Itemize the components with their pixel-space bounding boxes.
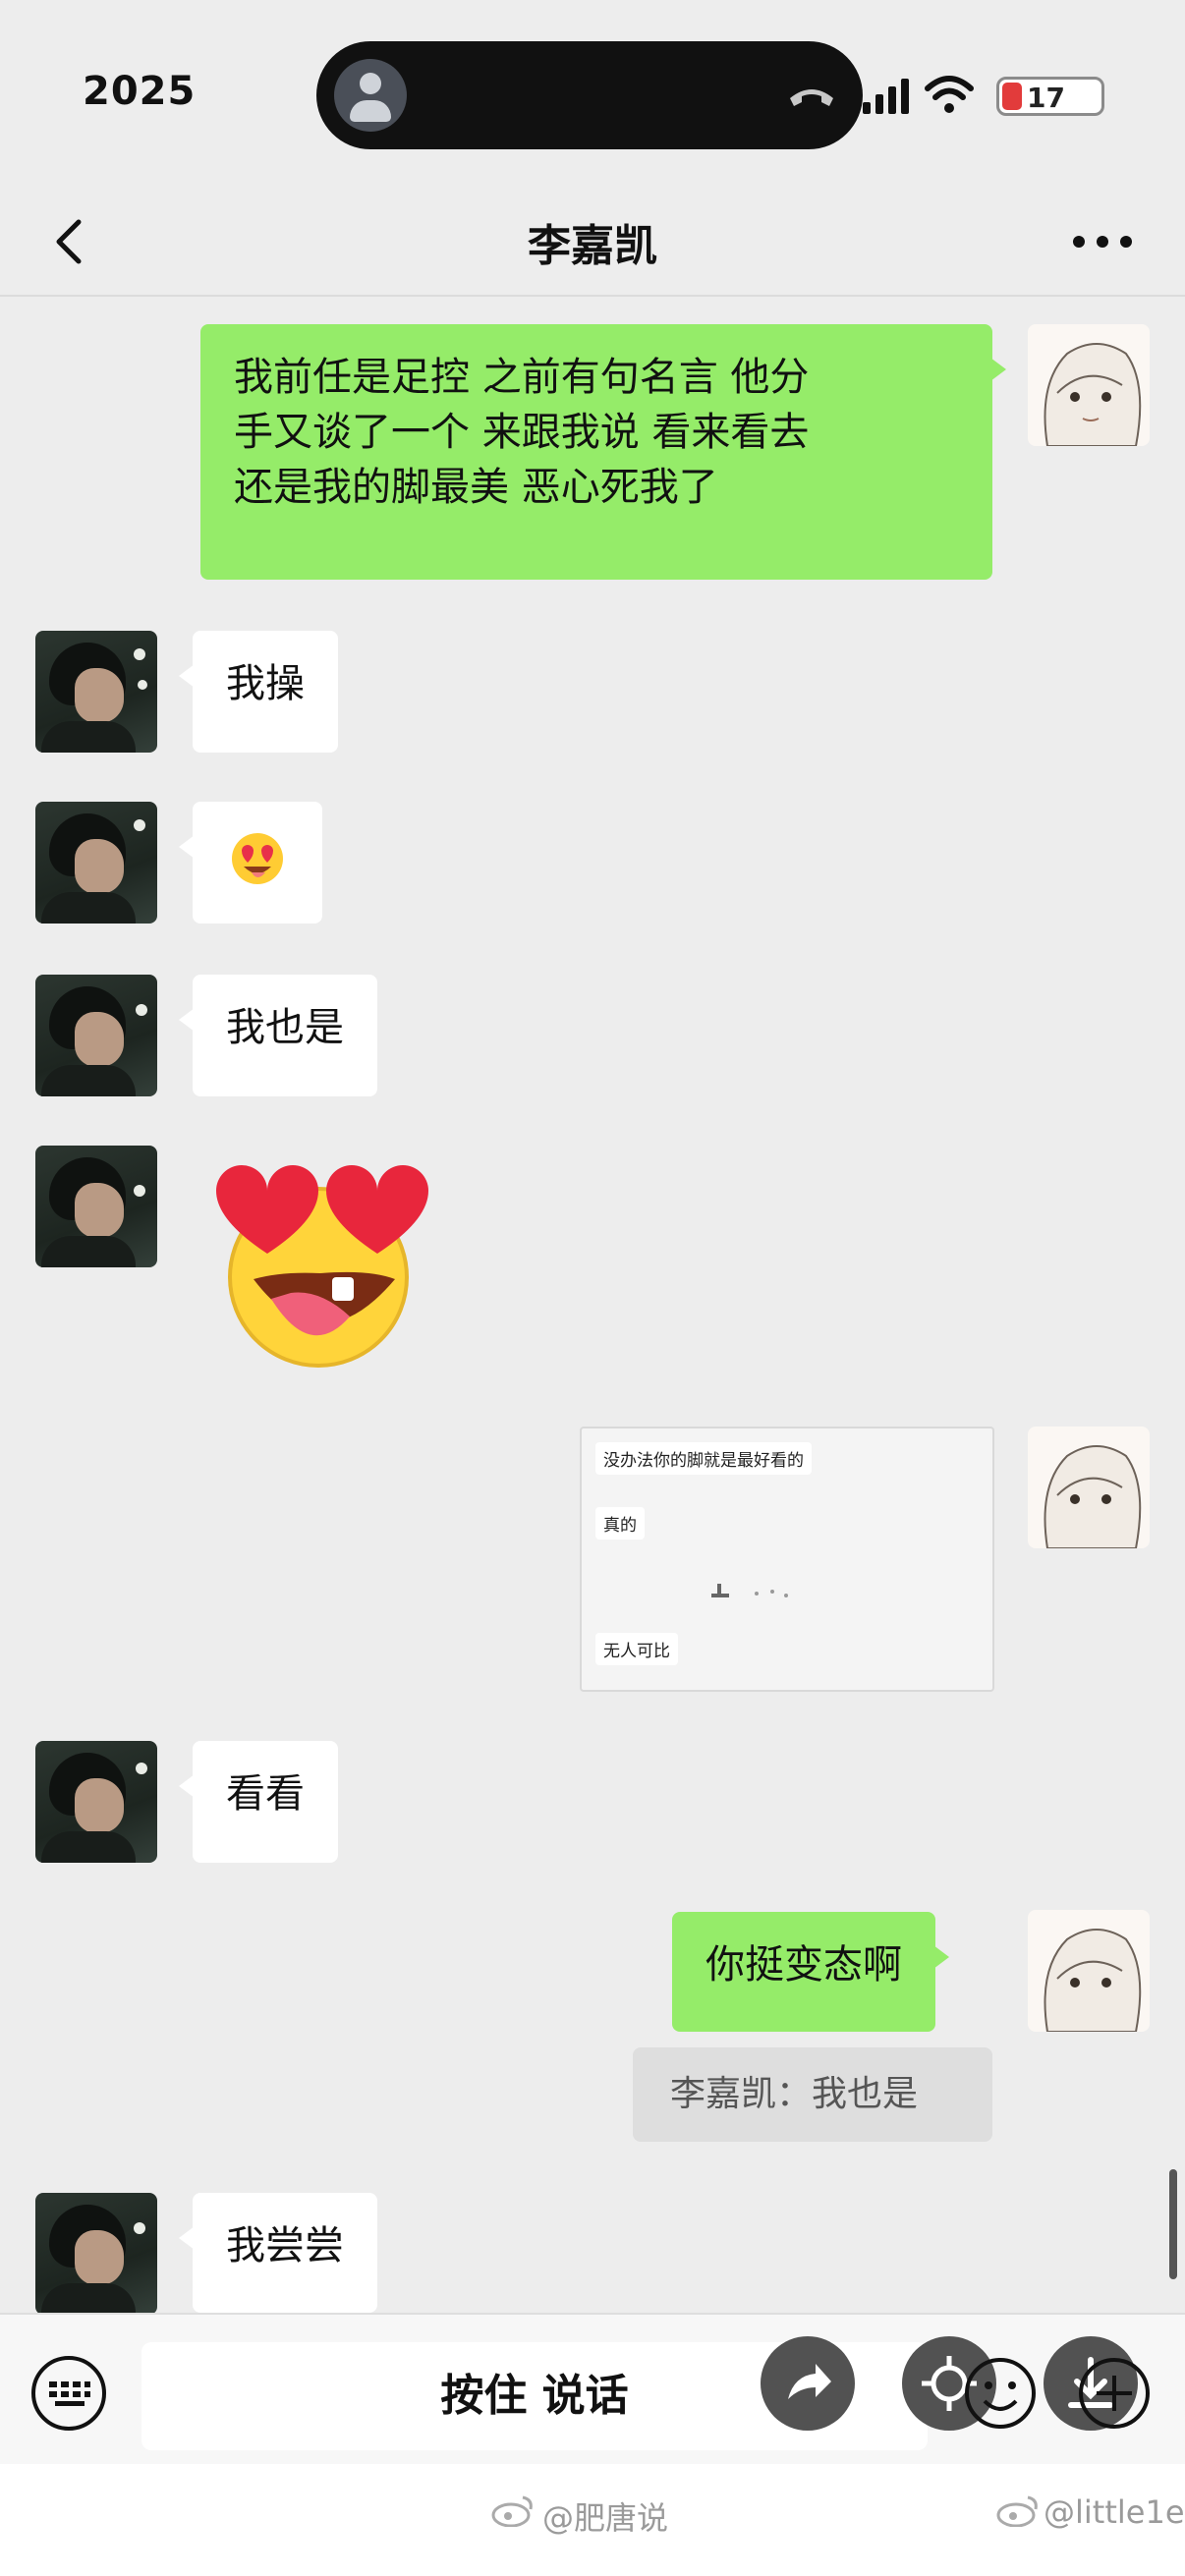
message-line: 还是我的脚最美 恶心死我了: [234, 465, 718, 510]
status-time: 2025: [83, 69, 197, 114]
contact-avatar[interactable]: [35, 802, 157, 924]
chat-header: 李嘉凯: [0, 187, 1185, 297]
battery-level: 17: [1027, 82, 1065, 114]
plus-icon[interactable]: [1075, 2354, 1154, 2433]
my-avatar[interactable]: [1028, 1427, 1150, 1548]
caller-avatar-icon: [334, 59, 407, 132]
contact-avatar[interactable]: [35, 631, 157, 753]
signal-icon: [863, 77, 912, 114]
status-bar: 2025 17: [0, 0, 1185, 187]
more-options-icon[interactable]: [1073, 236, 1132, 250]
message-text: 看看: [226, 1771, 305, 1817]
message-text: 我也是: [226, 1005, 344, 1050]
battery-icon: 17: [996, 77, 1104, 116]
emoji-icon[interactable]: [961, 2354, 1040, 2433]
wifi-icon: [925, 76, 974, 113]
chat-title: 李嘉凯: [528, 221, 657, 271]
message-text: 你挺变态啊: [705, 1942, 902, 1988]
screenshot-text: 无人可比: [595, 1633, 678, 1665]
message-bubble-received[interactable]: 看看: [179, 1741, 338, 1863]
heart-eyes-emoji-icon: [232, 833, 283, 884]
contact-avatar[interactable]: [35, 2193, 157, 2315]
input-bar: 按住 说话: [0, 2313, 1185, 2464]
quoted-message[interactable]: 李嘉凯：我也是: [633, 2047, 992, 2142]
contact-avatar[interactable]: [35, 1741, 157, 1863]
watermark-right: @little1e: [1044, 2493, 1185, 2531]
heart-eyes-sticker-icon[interactable]: [202, 1151, 448, 1368]
message-bubble-sent[interactable]: 你挺变态啊: [672, 1912, 949, 2032]
message-bubble-sent[interactable]: 我前任是足控 之前有句名言 他分 手又谈了一个 来跟我说 看来看去 还是我的脚最…: [200, 324, 1006, 580]
keyboard-icon[interactable]: [29, 2354, 108, 2433]
phone-hangup-icon: [790, 89, 833, 106]
image-message[interactable]: 没办法你的脚就是最好看的 真的 无人可比: [580, 1427, 994, 1692]
scrollbar[interactable]: [1169, 2169, 1177, 2279]
message-text: 我尝尝: [226, 2223, 344, 2268]
contact-avatar[interactable]: [35, 975, 157, 1096]
screenshot-text: 没办法你的脚就是最好看的: [595, 1442, 812, 1475]
screenshot-text: 真的: [595, 1507, 645, 1540]
message-text: 我操: [226, 661, 305, 706]
contact-avatar[interactable]: [35, 1146, 157, 1267]
quote-text: 李嘉凯：我也是: [670, 2074, 919, 2114]
message-bubble-received[interactable]: 我操: [179, 631, 338, 753]
weibo-logo-icon: [996, 2495, 1038, 2527]
dynamic-island-call[interactable]: [316, 41, 863, 149]
share-icon[interactable]: [761, 2336, 855, 2431]
message-line: 手又谈了一个 来跟我说 看来看去: [234, 410, 810, 455]
weibo-logo-icon: [491, 2495, 533, 2527]
message-bubble-received[interactable]: 我也是: [179, 975, 377, 1096]
my-avatar[interactable]: [1028, 324, 1150, 446]
message-line: 我前任是足控 之前有句名言 他分: [234, 355, 810, 400]
typing-dots-icon: [711, 1584, 788, 1597]
message-bubble-received[interactable]: 我尝尝: [179, 2193, 377, 2313]
watermark-strip: @肥唐说 @little1e: [0, 2464, 1185, 2576]
my-avatar[interactable]: [1028, 1910, 1150, 2032]
watermark-left: @肥唐说: [542, 2499, 669, 2537]
